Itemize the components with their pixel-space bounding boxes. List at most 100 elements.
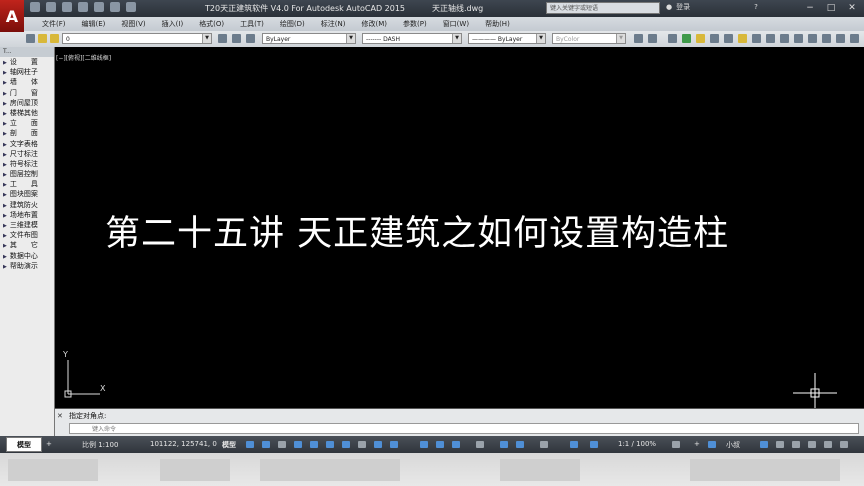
tool-icon[interactable]	[648, 34, 657, 43]
palette-item-site[interactable]: ▶ 场地布置	[0, 210, 54, 220]
palette-item-settings[interactable]: ▶ 设 置	[0, 57, 54, 67]
menu-edit[interactable]: 编辑(E)	[74, 18, 114, 30]
tool-icon[interactable]	[696, 34, 705, 43]
grid-icon[interactable]	[246, 441, 254, 448]
tool-icon[interactable]	[682, 34, 691, 43]
dynamic-ucs-icon[interactable]	[452, 441, 460, 448]
user-area[interactable]: ● 登录 ?	[666, 2, 758, 12]
add-icon[interactable]: +	[694, 440, 700, 448]
palette-item-help[interactable]: ▶ 帮助演示	[0, 261, 54, 271]
save-icon[interactable]	[62, 2, 72, 12]
customize-icon[interactable]	[808, 441, 816, 448]
selection-cycling-icon[interactable]	[420, 441, 428, 448]
palette-item-symbol[interactable]: ▶ 符号标注	[0, 159, 54, 169]
palette-item-section[interactable]: ▶ 剖 面	[0, 128, 54, 138]
palette-item-stairs[interactable]: ▶ 楼梯其他	[0, 108, 54, 118]
drawing-canvas[interactable]: [−][俯视][二维线框] 第二十五讲 天正建筑之如何设置构造柱 Y X	[55, 47, 864, 413]
menu-modify[interactable]: 修改(M)	[353, 18, 395, 30]
palette-item-data-center[interactable]: ▶ 数据中心	[0, 251, 54, 261]
fullscreen-icon[interactable]	[840, 441, 848, 448]
layer-combo[interactable]: 0 ▼	[62, 33, 212, 44]
workspace-icon[interactable]	[590, 441, 598, 448]
help-icon[interactable]: ?	[754, 3, 758, 11]
menu-parameters[interactable]: 参数(P)	[395, 18, 435, 30]
layer-previous-icon[interactable]	[246, 34, 255, 43]
palette-item-blocks[interactable]: ▶ 图块图案	[0, 189, 54, 199]
layer-on-icon[interactable]	[38, 34, 47, 43]
menu-window[interactable]: 窗口(W)	[435, 18, 477, 30]
palette-item-fire[interactable]: ▶ 建筑防火	[0, 200, 54, 210]
viewport-controls[interactable]: [−][俯视][二维线框]	[56, 53, 111, 62]
ortho-icon[interactable]	[294, 441, 302, 448]
hardware-acceleration-icon[interactable]	[776, 441, 784, 448]
snap-icon[interactable]	[262, 441, 270, 448]
palette-item-text-table[interactable]: ▶ 文字表格	[0, 139, 54, 149]
menu-file[interactable]: 文件(F)	[34, 18, 74, 30]
tool-icon[interactable]	[710, 34, 719, 43]
units-icon[interactable]	[708, 441, 716, 448]
drawing-scale[interactable]: 比例 1:100	[82, 440, 118, 450]
gear-icon[interactable]	[672, 441, 680, 448]
tool-icon[interactable]	[808, 34, 817, 43]
workspace-name[interactable]: 小叔	[726, 440, 740, 450]
sign-in-label[interactable]: 登录	[676, 2, 690, 12]
palette-item-3d[interactable]: ▶ 三维建模	[0, 220, 54, 230]
print-icon[interactable]	[94, 2, 104, 12]
search-input[interactable]: 键入关键字或短语	[546, 2, 660, 14]
palette-item-layer[interactable]: ▶ 图层控制	[0, 169, 54, 179]
menu-insert[interactable]: 插入(I)	[154, 18, 192, 30]
3d-osnap-icon[interactable]	[436, 441, 444, 448]
annotation-visibility-icon[interactable]	[516, 441, 524, 448]
undo-icon[interactable]	[110, 2, 120, 12]
osnap-icon[interactable]	[358, 441, 366, 448]
gizmo-icon[interactable]	[500, 441, 508, 448]
layer-properties-icon[interactable]	[26, 34, 35, 43]
isolate-objects-icon[interactable]	[760, 441, 768, 448]
palette-item-wall[interactable]: ▶ 墙 体	[0, 77, 54, 87]
selection-filter-icon[interactable]	[476, 441, 484, 448]
infer-icon[interactable]	[278, 441, 286, 448]
menu-help[interactable]: 帮助(H)	[477, 18, 518, 30]
menu-dimension[interactable]: 标注(N)	[313, 18, 354, 30]
tool-icon[interactable]	[822, 34, 831, 43]
tool-icon[interactable]	[780, 34, 789, 43]
auto-scale-icon[interactable]	[540, 441, 548, 448]
command-input[interactable]: 键入命令	[69, 423, 859, 434]
tab-model[interactable]: 模型	[6, 437, 42, 452]
tool-icon[interactable]	[794, 34, 803, 43]
linetype-combo[interactable]: ------- DASH ▼	[362, 33, 462, 44]
tool-icon[interactable]	[850, 34, 859, 43]
annotation-scale-icon[interactable]	[570, 441, 578, 448]
polar-icon[interactable]	[310, 441, 318, 448]
add-layout-icon[interactable]: +	[46, 440, 52, 448]
clean-screen-icon[interactable]	[792, 441, 800, 448]
palette-item-door-window[interactable]: ▶ 门 窗	[0, 88, 54, 98]
palette-item-room-roof[interactable]: ▶ 房间屋顶	[0, 98, 54, 108]
plotstyle-combo[interactable]: ByColor ▼	[552, 33, 626, 44]
isodraft-icon[interactable]	[326, 441, 334, 448]
tool-icon[interactable]	[836, 34, 845, 43]
tool-icon[interactable]	[668, 34, 677, 43]
app-logo-button[interactable]: A	[0, 0, 24, 32]
tool-icon[interactable]	[766, 34, 775, 43]
palette-item-tools[interactable]: ▶ 工 具	[0, 179, 54, 189]
osnap-tracking-icon[interactable]	[342, 441, 350, 448]
tool-icon[interactable]	[738, 34, 747, 43]
open-file-icon[interactable]	[46, 2, 56, 12]
model-space-button[interactable]: 模型	[222, 440, 236, 450]
layer-freeze-icon[interactable]	[50, 34, 59, 43]
make-current-icon[interactable]	[218, 34, 227, 43]
menu-draw[interactable]: 绘图(D)	[272, 18, 313, 30]
palette-item-elevation[interactable]: ▶ 立 面	[0, 118, 54, 128]
annotation-scale[interactable]: 1:1 / 100%	[618, 440, 656, 448]
palette-item-other[interactable]: ▶ 其 它	[0, 240, 54, 250]
tool-icon[interactable]	[634, 34, 643, 43]
palette-item-layout[interactable]: ▶ 文件布图	[0, 230, 54, 240]
close-icon[interactable]: ✕	[57, 412, 63, 420]
menu-tools[interactable]: 工具(T)	[232, 18, 272, 30]
palette-item-dimension[interactable]: ▶ 尺寸标注	[0, 149, 54, 159]
color-combo[interactable]: ByLayer ▼	[262, 33, 356, 44]
menu-format[interactable]: 格式(O)	[191, 18, 232, 30]
close-button[interactable]: ✕	[842, 1, 862, 15]
lineweight-combo[interactable]: ———— ByLayer ▼	[468, 33, 546, 44]
